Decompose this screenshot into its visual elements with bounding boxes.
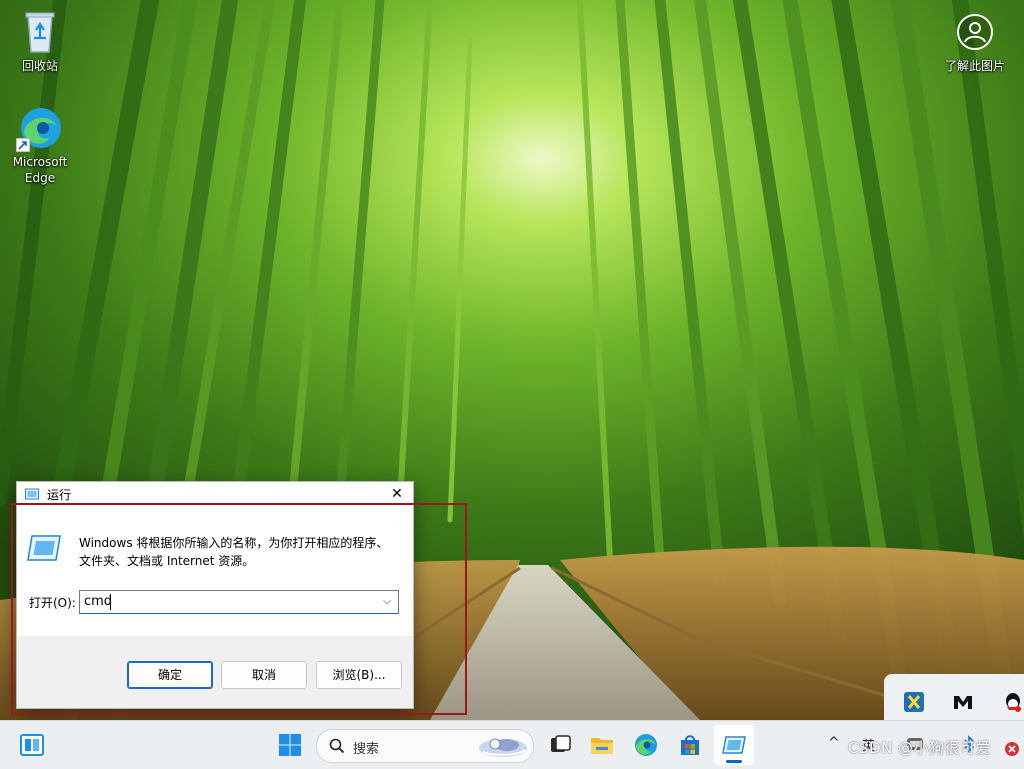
active-indicator [726,760,742,763]
show-hidden-icons-button[interactable]: ^ [828,735,840,751]
task-view-button[interactable] [540,721,580,769]
desktop-icon-label: 了解此图片 [944,59,1005,73]
task-view-icon [551,735,571,752]
start-button[interactable] [270,721,310,769]
widgets-icon [20,734,44,756]
file-explorer-button[interactable] [582,721,622,769]
mi-icon[interactable] [952,691,974,713]
xftp-icon[interactable] [903,691,925,713]
run-dialog: 运行 ✕ Windows 将根据你所输入的名称，为你打开相应的程序、文件夹、文档… [16,481,414,709]
edge-icon [635,734,657,756]
search-highlight-illustration [479,738,527,757]
search-placeholder: 搜索 [353,742,380,757]
run-taskbar-button[interactable] [714,725,754,765]
desktop-icon-label: 回收站 [21,59,58,73]
command-input[interactable]: cmd [84,594,112,609]
open-label: 打开(O): [29,596,76,610]
microsoft-store-icon [681,735,699,755]
browse-button[interactable]: 浏览(B)... [316,661,402,689]
close-button[interactable]: ✕ [381,482,413,506]
shortcut-arrow-icon [16,138,30,152]
command-combobox[interactable]: cmd ⌵ [79,590,399,614]
dialog-body: Windows 将根据你所输入的名称，为你打开相应的程序、文件夹、文档或 Int… [17,506,413,636]
taskbar-search-box[interactable]: 搜索 [316,729,534,763]
camera-info-icon [951,8,999,56]
desktop-icon-label-line1: Microsoft [12,155,68,169]
dialog-titlebar[interactable]: 运行 ✕ [17,482,413,506]
desktop-icon-edge[interactable]: Microsoft Edge [2,104,78,186]
desktop-icon-recycle-bin[interactable]: 回收站 [2,8,78,74]
network-error-icon[interactable] [1004,741,1020,757]
edge-icon [16,104,64,152]
chevron-down-icon[interactable]: ⌵ [378,591,396,613]
qq-icon[interactable] [1002,691,1024,713]
cancel-button[interactable]: 取消 [221,661,307,689]
widgets-button[interactable] [12,721,52,769]
run-program-icon [27,535,61,561]
run-app-icon [722,736,746,754]
edge-taskbar-button[interactable] [626,721,666,769]
desktop-icon-label-line2: Edge [24,171,56,185]
dialog-title: 运行 [47,488,72,502]
dialog-description: Windows 将根据你所输入的名称，为你打开相应的程序、文件夹、文档或 Int… [79,536,389,568]
folder-icon [591,738,613,754]
watermark: CSDN @小狗很可爱 [848,739,992,757]
desktop-icon-learn-about-picture[interactable]: 了解此图片 [937,8,1013,74]
ok-button[interactable]: 确定 [127,661,213,689]
recycle-bin-icon [16,8,64,56]
windows-logo-icon [279,734,301,756]
store-button[interactable] [670,721,710,769]
text-caret [110,594,111,610]
run-app-icon [25,488,39,500]
search-icon [329,738,345,754]
